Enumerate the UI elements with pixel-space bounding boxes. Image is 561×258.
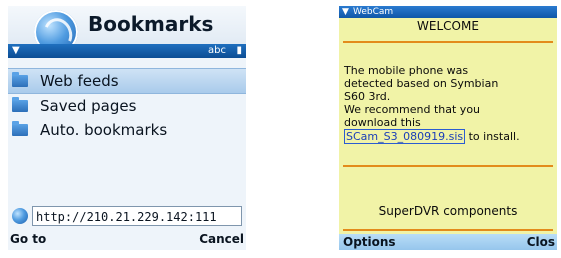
detection-message: The mobile phone was detected based on S… xyxy=(344,64,554,144)
message-line: S60 3rd. xyxy=(344,90,391,103)
message-line: The mobile phone was xyxy=(344,64,469,77)
message-line: We recommend that you xyxy=(344,103,481,116)
list-item-web-feeds[interactable]: Web feeds xyxy=(8,68,246,94)
bookmarks-list: Web feeds Saved pages Auto. bookmarks xyxy=(8,68,246,142)
title-bar: ▼ WebCam xyxy=(339,6,557,18)
list-item-auto-bookmarks[interactable]: Auto. bookmarks xyxy=(8,118,246,142)
close-softkey[interactable]: Clos xyxy=(527,235,555,249)
list-item-label: Auto. bookmarks xyxy=(40,121,168,139)
divider xyxy=(343,165,553,167)
welcome-heading: WELCOME xyxy=(417,19,479,33)
link-suffix: to install. xyxy=(465,130,520,143)
options-softkey[interactable]: Options xyxy=(343,235,396,249)
message-line: download this xyxy=(344,116,421,129)
status-bar: ▼ abc ▮ xyxy=(8,44,246,58)
folder-icon xyxy=(12,121,28,136)
divider xyxy=(343,41,553,43)
superdvr-components-link[interactable]: SuperDVR components xyxy=(339,204,557,218)
folder-icon xyxy=(12,97,28,112)
globe-icon xyxy=(12,208,28,224)
divider xyxy=(343,229,553,231)
page-title: Bookmarks xyxy=(88,12,214,36)
signal-icon: ▼ xyxy=(12,45,20,56)
cancel-softkey[interactable]: Cancel xyxy=(199,232,244,246)
message-line: SCam_S3_080919.sis to install. xyxy=(344,129,554,144)
url-input[interactable]: http://210.21.229.142:111 xyxy=(32,206,242,226)
signal-icon: ▼ xyxy=(342,7,349,17)
battery-icon: ▮ xyxy=(236,45,242,56)
go-to-softkey[interactable]: Go to xyxy=(10,232,46,246)
list-item-saved-pages[interactable]: Saved pages xyxy=(8,94,246,118)
list-item-label: Web feeds xyxy=(40,72,119,90)
bookmarks-screen: Bookmarks ▼ abc ▮ Web feeds Saved pages … xyxy=(8,6,246,250)
message-line: detected based on Symbian xyxy=(344,77,499,90)
webcam-screen: ▼ WebCam WELCOME The mobile phone was de… xyxy=(339,6,557,250)
list-item-label: Saved pages xyxy=(40,97,137,115)
softkey-bar: Options Clos xyxy=(339,234,557,250)
url-bar: http://210.21.229.142:111 xyxy=(8,206,246,228)
app-title: WebCam xyxy=(353,7,394,17)
download-link[interactable]: SCam_S3_080919.sis xyxy=(344,129,466,144)
input-mode-indicator: abc xyxy=(208,45,226,56)
folder-icon xyxy=(12,72,28,87)
softkey-bar: Go to Cancel xyxy=(8,232,246,250)
